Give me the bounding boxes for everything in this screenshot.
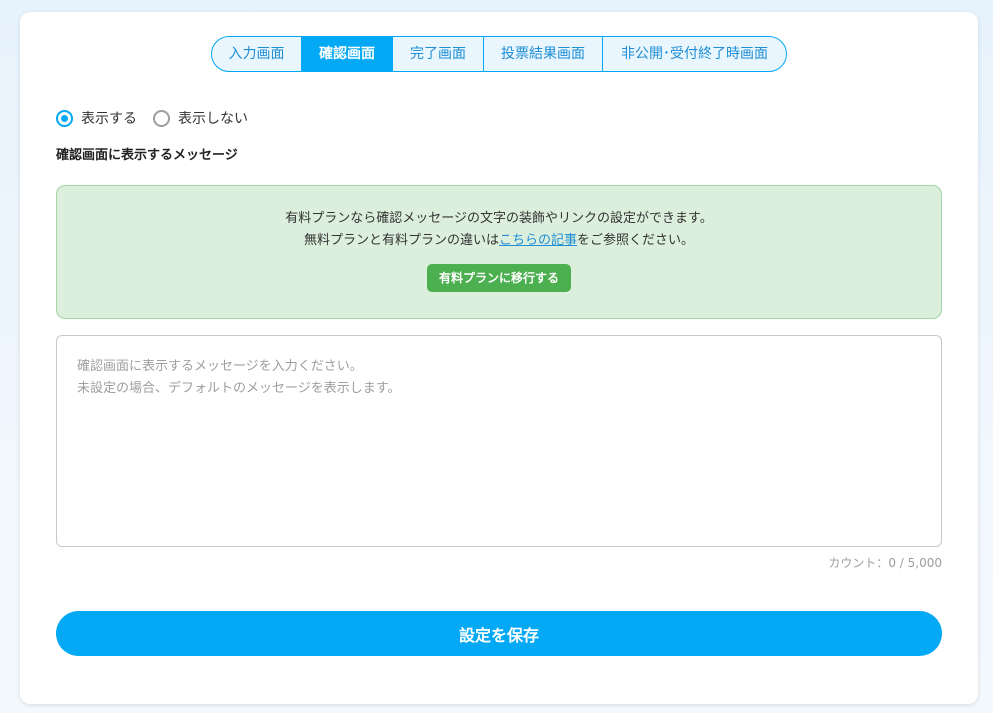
display-toggle: 表示する 表示しない [56, 108, 264, 128]
radio-hide-label: 表示しない [178, 111, 248, 127]
counter-prefix: カウント： [828, 556, 889, 570]
notice-line-1: 有料プランなら確認メッセージの文字の装飾やリンクの設定ができます。 [285, 211, 713, 226]
counter-separator: / [895, 556, 908, 570]
radio-hide[interactable]: 表示しない [153, 108, 248, 128]
radio-show-indicator[interactable] [56, 109, 73, 127]
screen-tabs: 入力画面 確認画面 完了画面 投票結果画面 非公開･受付終了時画面 [211, 36, 787, 72]
tab-confirm-screen[interactable]: 確認画面 [302, 37, 393, 71]
tab-private-closed-screen[interactable]: 非公開･受付終了時画面 [603, 37, 786, 71]
radio-hide-indicator[interactable] [153, 109, 170, 127]
article-link[interactable]: こちらの記事 [499, 233, 577, 248]
counter-current: 0 [888, 556, 896, 570]
tab-vote-result-screen[interactable]: 投票結果画面 [484, 37, 603, 71]
notice-line-2-after: をご参照ください。 [577, 233, 695, 248]
save-settings-button[interactable]: 設定を保存 [56, 611, 942, 656]
notice-line-2: 無料プランと有料プランの違いはこちらの記事をご参照ください。 [57, 230, 941, 252]
settings-card: 入力画面 確認画面 完了画面 投票結果画面 非公開･受付終了時画面 表示する 表… [20, 12, 978, 704]
radio-show-label: 表示する [81, 111, 137, 127]
counter-max: 5,000 [907, 556, 942, 570]
paid-plan-notice: 有料プランなら確認メッセージの文字の装飾やリンクの設定ができます。 無料プランと… [56, 185, 942, 319]
upgrade-plan-button[interactable]: 有料プランに移行する [426, 264, 571, 292]
tab-input-screen[interactable]: 入力画面 [212, 37, 302, 71]
section-label: 確認画面に表示するメッセージ [56, 148, 238, 163]
notice-line-2-before: 無料プランと有料プランの違いは [303, 233, 499, 248]
radio-show[interactable]: 表示する [56, 108, 137, 128]
confirm-message-input[interactable] [56, 335, 942, 547]
tab-complete-screen[interactable]: 完了画面 [393, 37, 484, 71]
character-counter: カウント：0 / 5,000 [828, 554, 942, 571]
